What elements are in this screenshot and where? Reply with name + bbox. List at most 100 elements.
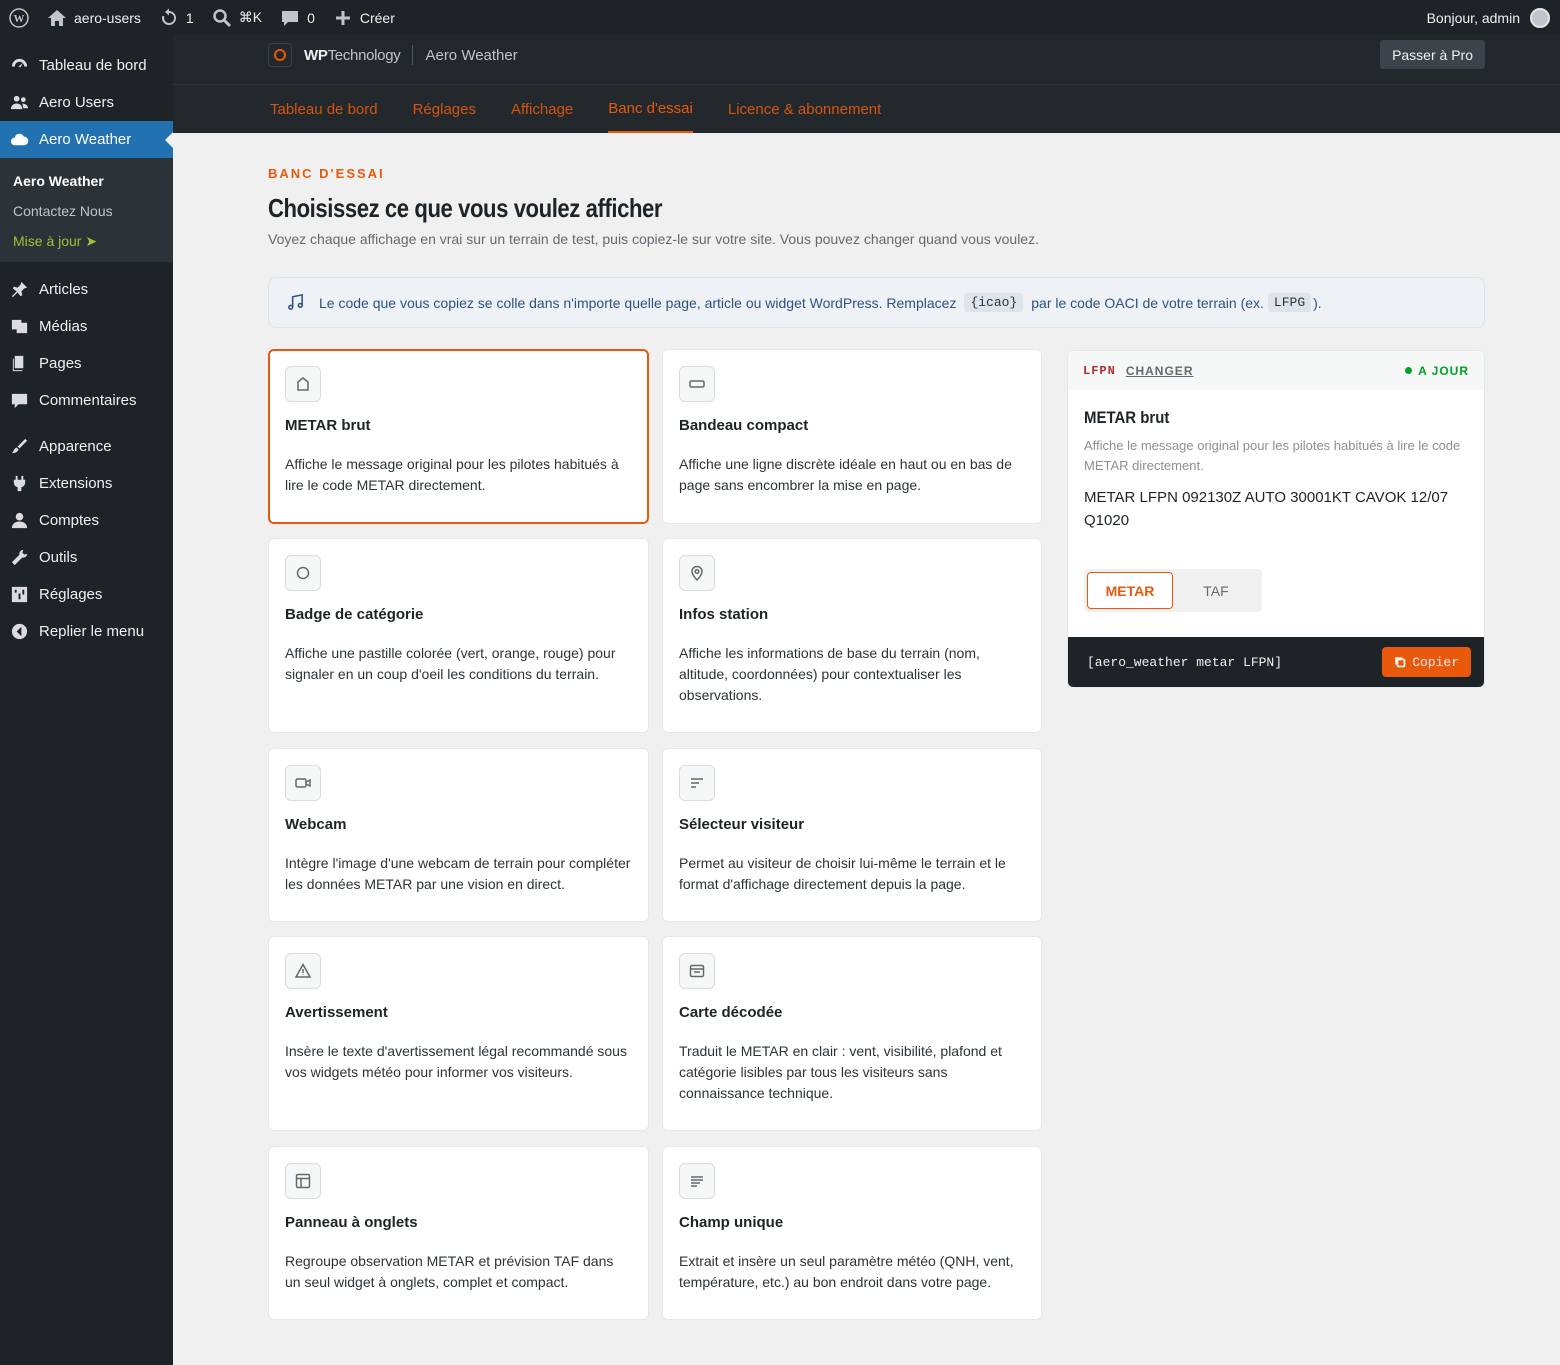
menu-aero-weather[interactable]: Aero Weather — [0, 121, 173, 158]
card-title: Badge de catégorie — [285, 606, 424, 623]
menu-label: Réglages — [39, 586, 103, 603]
brush-icon — [11, 438, 28, 454]
tab-test-bench[interactable]: Banc d'essai — [608, 85, 693, 133]
menu-appearance[interactable]: Apparence — [0, 428, 173, 465]
update-label: Mise à jour — [13, 233, 82, 249]
card-title: METAR brut — [285, 417, 371, 434]
updates-count: 1 — [185, 9, 194, 26]
section-eyebrow: BANC D'ESSAI — [268, 166, 385, 181]
svg-text:W: W — [14, 13, 25, 25]
card-title: Carte décodée — [679, 1004, 783, 1021]
card-icon — [679, 953, 715, 989]
notice-text: Le code que vous copiez se colle dans n'… — [319, 294, 957, 311]
preview-title: METAR brut — [1084, 408, 1170, 427]
search-icon — [212, 8, 231, 27]
option-card-champ-unique[interactable]: Champ unique Extrait et insère un seul p… — [662, 1146, 1042, 1320]
option-card-bandeau-compact[interactable]: Bandeau compact Affiche une ligne discrè… — [662, 349, 1042, 524]
card-desc: Regroupe observation METAR et prévision … — [285, 1253, 614, 1290]
notice-code: {icao} — [964, 293, 1024, 312]
menu-label: Outils — [39, 549, 78, 566]
menu-label: Pages — [39, 355, 82, 372]
create-link[interactable]: Créer — [324, 0, 404, 35]
menu-label: Extensions — [39, 475, 113, 492]
submenu-contact[interactable]: Contactez Nous — [0, 196, 173, 226]
menu-pages[interactable]: Pages — [0, 345, 173, 382]
wrench-icon — [11, 549, 28, 566]
tab-dashboard[interactable]: Tableau de bord — [270, 85, 378, 133]
option-card-badge-categorie[interactable]: Badge de catégorie Affiche une pastille … — [268, 538, 649, 733]
preview-desc: Affiche le message original pour les pil… — [1084, 438, 1461, 473]
status-dot-icon — [1405, 367, 1413, 374]
plugin-page-name: Aero Weather — [425, 46, 518, 64]
arrow-right-icon: ➤ — [85, 233, 98, 249]
upgrade-pro-button[interactable]: Passer à Pro — [1380, 40, 1485, 69]
card-desc: Affiche le message original pour les pil… — [285, 456, 619, 493]
card-title: Sélecteur visiteur — [679, 816, 805, 833]
card-desc: Affiche une ligne discrète idéale en hau… — [679, 456, 1012, 493]
change-station-link[interactable]: CHANGER — [1126, 364, 1194, 378]
option-card-panneau-onglets[interactable]: Panneau à onglets Regroupe observation M… — [268, 1146, 649, 1320]
option-card-webcam[interactable]: Webcam Intègre l'image d'une webcam de t… — [268, 748, 649, 922]
tab-display[interactable]: Affichage — [511, 85, 573, 133]
brand-name: WPTechnology — [304, 46, 401, 64]
menu-label: Replier le menu — [39, 623, 145, 640]
notice-text: par le code OACI de votre terrain (ex. — [1031, 294, 1264, 311]
comments-count: 0 — [307, 9, 315, 26]
settings-icon — [11, 586, 28, 603]
menu-label: Aero Users — [39, 94, 115, 111]
card-desc: Intègre l'image d'une webcam de terrain … — [285, 855, 631, 892]
brand: WPTechnology Aero Weather — [268, 41, 518, 69]
site-name-link[interactable]: aero-users — [38, 0, 150, 35]
comments-link[interactable]: 0 — [271, 0, 324, 35]
create-label: Créer — [359, 9, 395, 26]
option-card-avertissement[interactable]: Avertissement Insère le texte d'avertiss… — [268, 936, 649, 1131]
tab-taf[interactable]: TAF — [1173, 572, 1259, 609]
wp-logo-icon[interactable]: W — [0, 0, 38, 35]
menu-accounts[interactable]: Comptes — [0, 502, 173, 539]
card-title: Avertissement — [285, 1004, 388, 1021]
brand-rest: Technology — [327, 46, 401, 64]
menu-articles[interactable]: Articles — [0, 271, 173, 308]
brand-bold: WP — [304, 46, 328, 64]
admin-bar: W aero-users 1 ⌘K 0 Créer Bonjour, admin — [0, 0, 1560, 35]
menu-extensions[interactable]: Extensions — [0, 465, 173, 502]
menu-settings[interactable]: Réglages — [0, 576, 173, 613]
tab-license[interactable]: Licence & abonnement — [728, 85, 881, 133]
submenu-update[interactable]: Mise à jour ➤ — [0, 226, 173, 256]
search-shortcut[interactable]: ⌘K — [203, 0, 271, 35]
account-menu[interactable]: Bonjour, admin — [1427, 7, 1560, 28]
card-title: Bandeau compact — [679, 417, 809, 434]
shortcode-bar: [aero_weather metar LFPN] Copier — [1068, 637, 1484, 687]
menu-dashboard[interactable]: Tableau de bord — [0, 47, 173, 84]
menu-label: Articles — [39, 281, 89, 298]
tab-settings[interactable]: Réglages — [413, 85, 476, 133]
updates-link[interactable]: 1 — [150, 0, 203, 35]
copy-label: Copier — [1412, 654, 1459, 670]
banner-icon — [679, 366, 715, 402]
option-card-carte-decodee[interactable]: Carte décodée Traduit le METAR en clair … — [662, 936, 1042, 1131]
layout-icon — [285, 1163, 321, 1199]
page-title: Choisissez ce que vous voulez afficher — [268, 193, 663, 223]
option-card-metar-brut[interactable]: METAR brut Affiche le message original p… — [268, 349, 649, 524]
option-card-infos-station[interactable]: Infos station Affiche les informations d… — [662, 538, 1042, 733]
notice-code: LFPG — [1267, 293, 1312, 312]
comment-icon — [282, 10, 299, 26]
text-lines-icon — [679, 1163, 715, 1199]
users-icon — [10, 95, 29, 110]
menu-comments[interactable]: Commentaires — [0, 382, 173, 419]
tab-metar[interactable]: METAR — [1087, 572, 1173, 609]
submenu-aero-weather[interactable]: Aero Weather — [0, 166, 173, 196]
preview-header: LFPN CHANGER A JOUR — [1068, 351, 1484, 390]
metar-text: METAR LFPN 092130Z AUTO 30001KT CAVOK 12… — [1084, 489, 1449, 529]
preview-panel: LFPN CHANGER A JOUR METAR brut Affiche l… — [1067, 350, 1485, 688]
menu-tools[interactable]: Outils — [0, 539, 173, 576]
menu-aero-users[interactable]: Aero Users — [0, 84, 173, 121]
page-subtitle: Voyez chaque affichage en vrai sur un te… — [268, 231, 1039, 247]
plugin-header: WPTechnology Aero Weather Passer à Pro T… — [173, 35, 1560, 133]
option-card-selecteur-visiteur[interactable]: Sélecteur visiteur Permet au visiteur de… — [662, 748, 1042, 922]
menu-medias[interactable]: Médias — [0, 308, 173, 345]
copy-button[interactable]: Copier — [1382, 647, 1471, 677]
menu-collapse[interactable]: Replier le menu — [0, 613, 173, 650]
menu-label: Médias — [39, 318, 88, 335]
dashboard-icon — [11, 58, 28, 68]
